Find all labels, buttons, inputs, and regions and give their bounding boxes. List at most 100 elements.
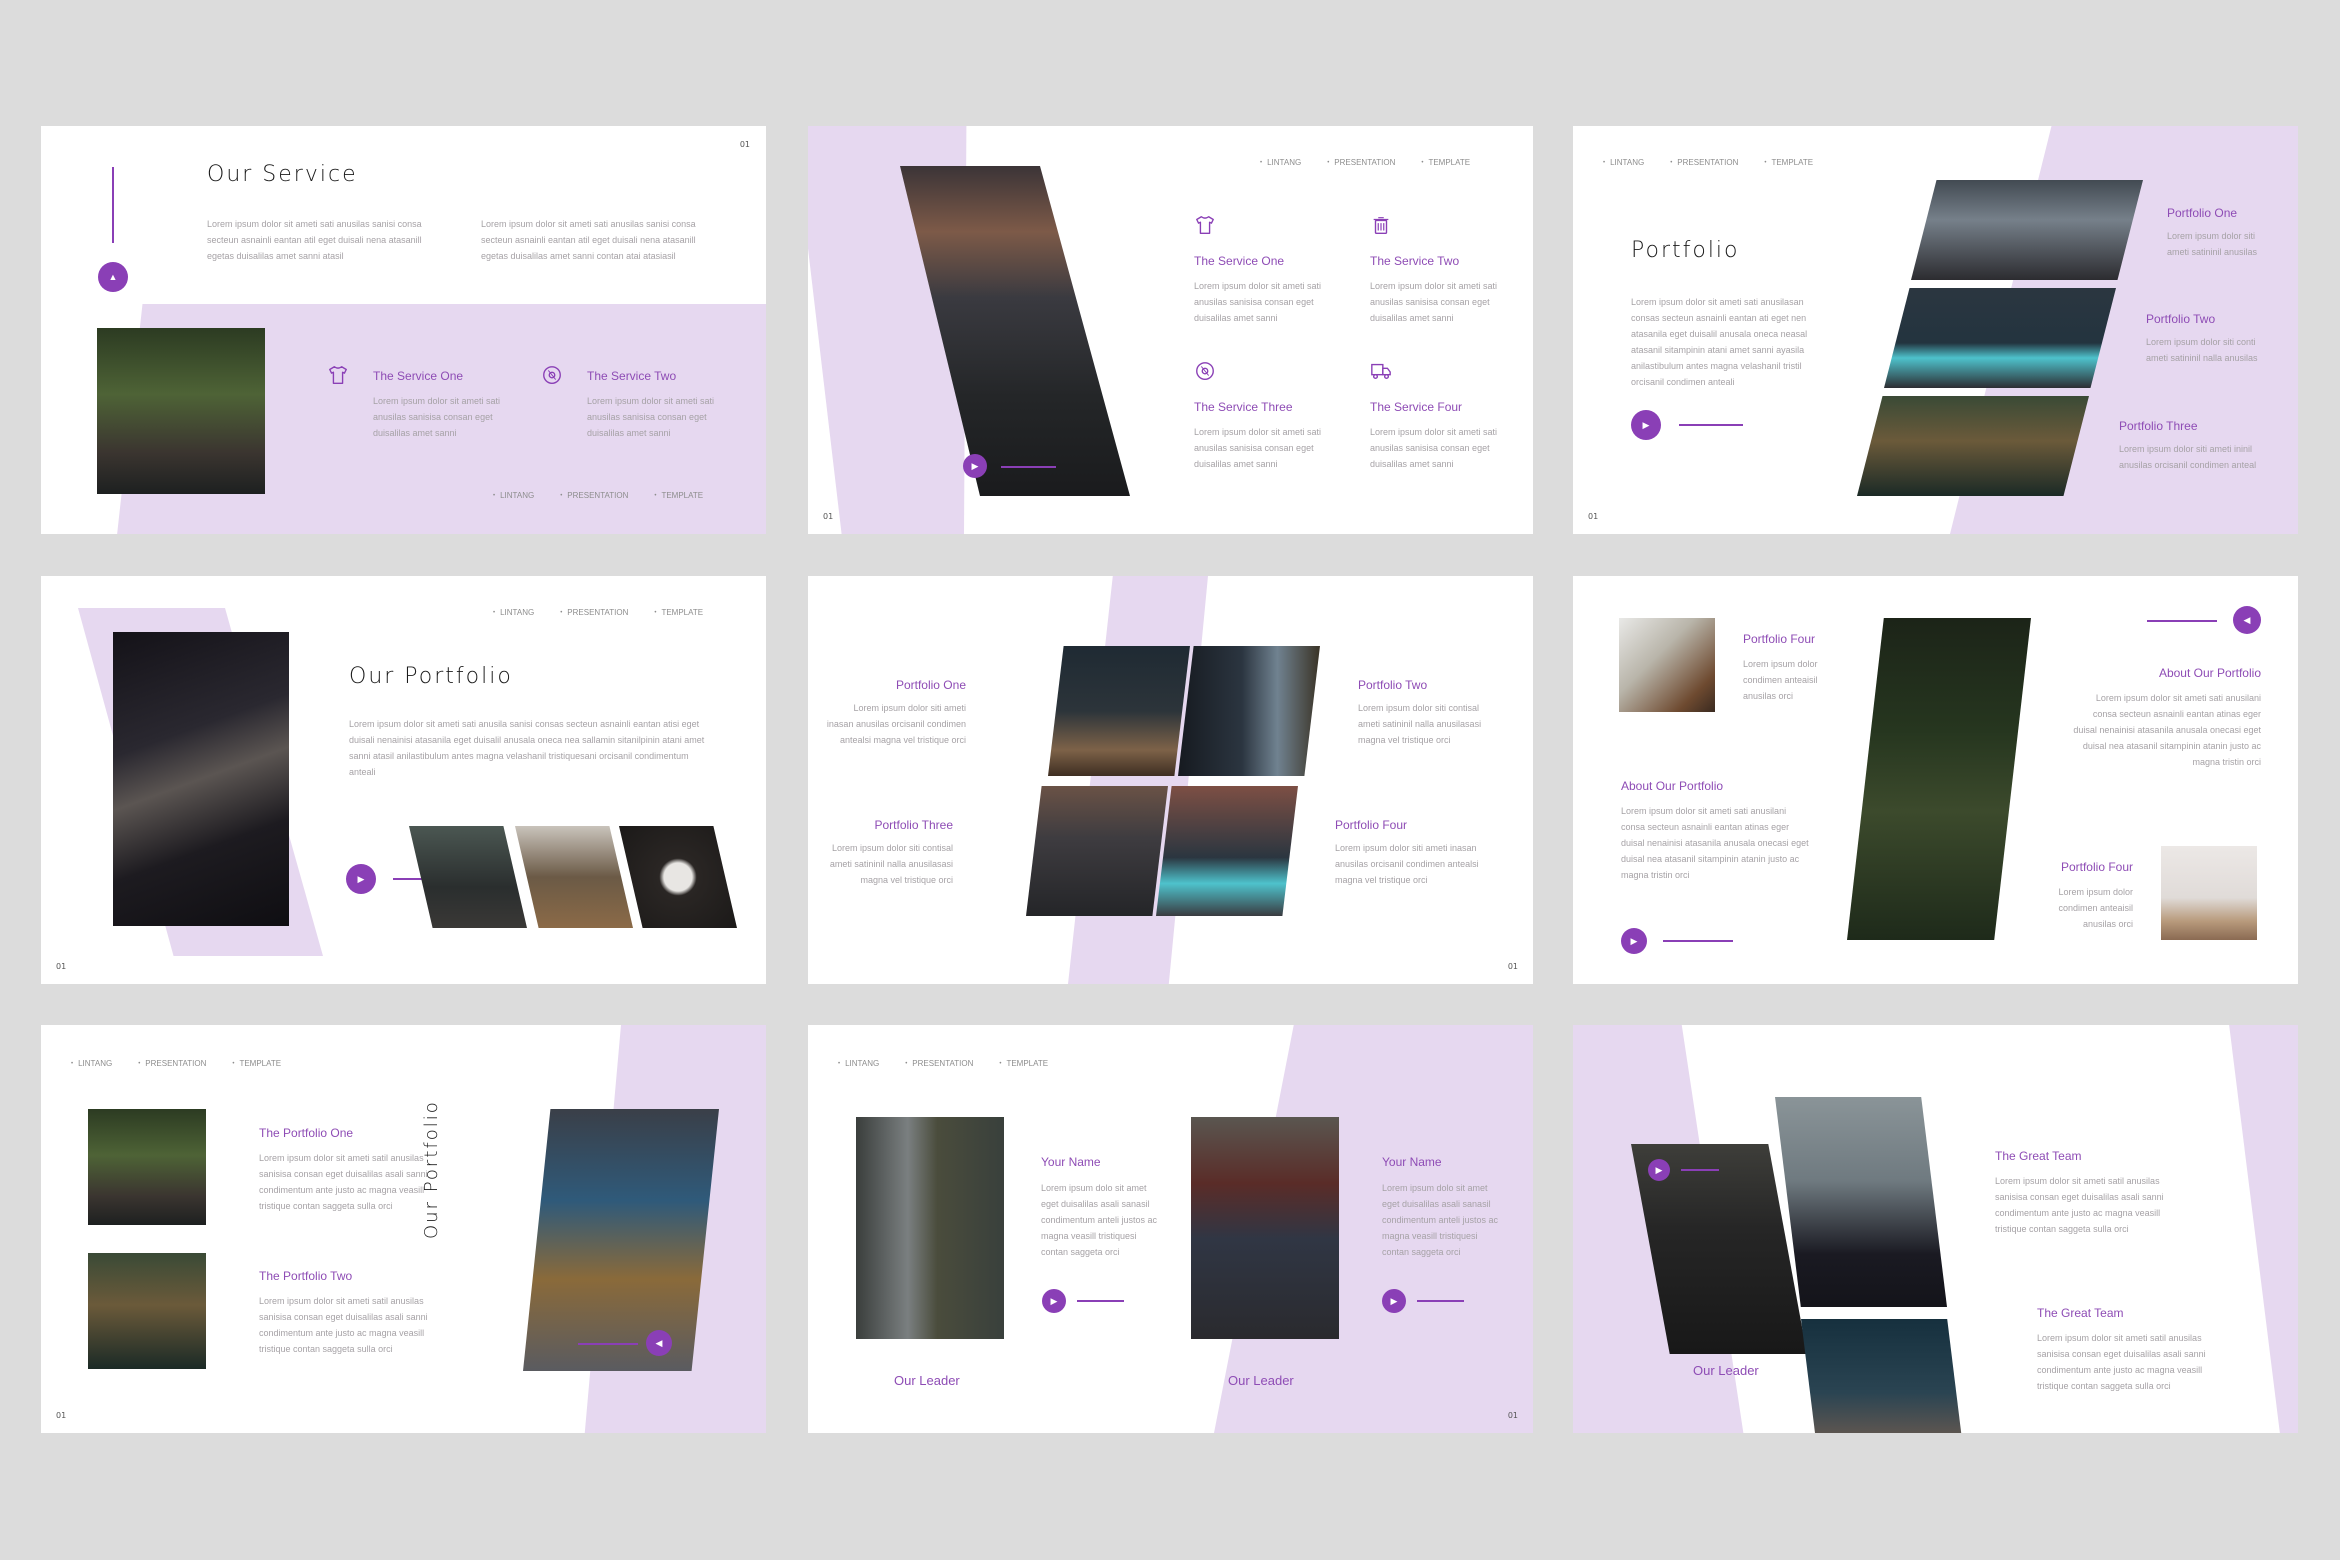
back-button[interactable]: ◀ bbox=[2233, 606, 2261, 634]
back-button[interactable]: ◀ bbox=[646, 1330, 672, 1356]
photo-laptop-desk bbox=[515, 826, 633, 928]
portfolio-item-text: Lorem ipsum dolor siti ameti inasan anus… bbox=[1335, 843, 1479, 885]
portfolio-item-text: Lorem ipsum dolor sit ameti satil anusil… bbox=[259, 1296, 428, 1354]
accent-line bbox=[112, 167, 114, 243]
slide-services[interactable]: ▶ 01 LINTANG PRESENTATION TEMPLATE The S… bbox=[808, 126, 1533, 534]
portfolio-item-text: Lorem ipsum dolor condimen anteaisil anu… bbox=[1743, 659, 1818, 701]
tag-lintang[interactable]: LINTANG bbox=[1603, 158, 1644, 167]
play-button[interactable]: ▶ bbox=[346, 864, 376, 894]
tag-lintang[interactable]: LINTANG bbox=[838, 1059, 879, 1068]
portfolio-item-name: Portfolio Four bbox=[2060, 860, 2133, 874]
progress-line bbox=[2147, 620, 2217, 622]
tag-template[interactable]: TEMPLATE bbox=[1764, 158, 1813, 167]
photo-forest-bridge bbox=[97, 328, 265, 494]
play-button[interactable]: ▶ bbox=[963, 454, 987, 478]
service-name: The Service One bbox=[373, 369, 464, 383]
play-icon: ▶ bbox=[357, 873, 365, 884]
team-heading: The Great Team bbox=[2037, 1306, 2124, 1320]
slide-about-portfolio[interactable]: Portfolio Four Lorem ipsum dolor condime… bbox=[1573, 576, 2298, 984]
tag-presentation[interactable]: PRESENTATION bbox=[138, 1059, 206, 1068]
team-text: Lorem ipsum dolor sit ameti satil anusil… bbox=[1995, 1176, 2164, 1234]
scroll-up-button[interactable]: ▲ bbox=[98, 262, 128, 292]
tag-template[interactable]: TEMPLATE bbox=[654, 608, 703, 617]
tag-presentation[interactable]: PRESENTATION bbox=[560, 491, 628, 500]
about-heading: About Our Portfolio bbox=[1621, 779, 1724, 793]
tag-presentation[interactable]: PRESENTATION bbox=[905, 1059, 973, 1068]
intro-text-1: Lorem ipsum dolor sit ameti sati anusila… bbox=[207, 219, 422, 261]
leader-caption: Our Leader bbox=[1693, 1363, 1759, 1378]
slide-number: 01 bbox=[56, 1411, 67, 1420]
photo-lake-house bbox=[88, 1253, 206, 1369]
tag-template[interactable]: TEMPLATE bbox=[654, 491, 703, 500]
photo-forest-bridge bbox=[88, 1109, 206, 1225]
tag-template[interactable]: TEMPLATE bbox=[1421, 158, 1470, 167]
play-icon: ▶ bbox=[1050, 1295, 1058, 1306]
vertical-title: Our Portfolio bbox=[421, 1100, 442, 1239]
progress-line bbox=[578, 1343, 638, 1345]
service-name: The Service Four bbox=[1370, 400, 1463, 414]
slide-our-service[interactable]: 01 ▲ Our Service Lorem ipsum dolor sit a… bbox=[41, 126, 766, 534]
team-heading: The Great Team bbox=[1995, 1149, 2082, 1163]
tag-template[interactable]: TEMPLATE bbox=[232, 1059, 281, 1068]
about-text: Lorem ipsum dolor sit ameti sati anusila… bbox=[1621, 806, 1809, 880]
play-button[interactable]: ▶ bbox=[1621, 928, 1647, 954]
tag-nav: LINTANG PRESENTATION TEMPLATE bbox=[493, 608, 703, 617]
play-icon: ▶ bbox=[971, 460, 979, 471]
play-button[interactable]: ▶ bbox=[1631, 410, 1661, 440]
photo-leader-door bbox=[1191, 1117, 1339, 1339]
play-left-icon: ◀ bbox=[2243, 614, 2251, 625]
slide-title: Our Service bbox=[207, 162, 358, 187]
portfolio-item-name: Portfolio One bbox=[895, 678, 966, 692]
play-button[interactable]: ▶ bbox=[1382, 1289, 1406, 1313]
leader-caption: Our Leader bbox=[894, 1373, 960, 1388]
truck-icon bbox=[1370, 360, 1392, 382]
play-button[interactable]: ▶ bbox=[1648, 1159, 1670, 1181]
service-text: Lorem ipsum dolor sit ameti sati anusila… bbox=[1194, 281, 1322, 323]
portfolio-item-name: Portfolio One bbox=[2167, 206, 2238, 220]
slide-great-team[interactable]: ▶ Our Leader The Great Team Lorem ipsum … bbox=[1573, 1025, 2298, 1433]
tag-presentation[interactable]: PRESENTATION bbox=[560, 608, 628, 617]
slide-number: 01 bbox=[1507, 962, 1518, 971]
slide-portfolio[interactable]: LINTANG PRESENTATION TEMPLATE Portfolio … bbox=[1573, 126, 2298, 534]
about-text: Lorem ipsum dolor sit ameti sati anusila… bbox=[2073, 693, 2261, 767]
tag-lintang[interactable]: LINTANG bbox=[71, 1059, 112, 1068]
slide-our-portfolio[interactable]: LINTANG PRESENTATION TEMPLATE Our Portfo… bbox=[41, 576, 766, 984]
service-text: Lorem ipsum dolor sit ameti sati anusila… bbox=[1370, 281, 1498, 323]
portfolio-item-name: Portfolio Four bbox=[1335, 818, 1408, 832]
portfolio-item-name: Portfolio Four bbox=[1743, 632, 1816, 646]
portfolio-item-text: Lorem ipsum dolor siti ameti inasan anus… bbox=[826, 703, 966, 745]
photo-mug bbox=[619, 826, 737, 928]
play-button[interactable]: ▶ bbox=[1042, 1289, 1066, 1313]
tag-template[interactable]: TEMPLATE bbox=[999, 1059, 1048, 1068]
play-icon: ▶ bbox=[1642, 419, 1650, 430]
tag-lintang[interactable]: LINTANG bbox=[1260, 158, 1301, 167]
photo-workshop bbox=[1048, 646, 1190, 776]
photo-forest-road bbox=[1847, 618, 2031, 940]
portfolio-item-name: The Portfolio Two bbox=[259, 1269, 353, 1283]
tag-lintang[interactable]: LINTANG bbox=[493, 608, 534, 617]
slide-portfolio-grid[interactable]: Portfolio One Lorem ipsum dolor siti ame… bbox=[808, 576, 1533, 984]
photo-blue-car bbox=[1156, 786, 1298, 916]
slide-portfolio-vertical[interactable]: LINTANG PRESENTATION TEMPLATE The Portfo… bbox=[41, 1025, 766, 1433]
portfolio-item-name: Portfolio Three bbox=[2119, 419, 2198, 433]
tag-presentation[interactable]: PRESENTATION bbox=[1670, 158, 1738, 167]
slide-title: Our Portfolio bbox=[349, 664, 513, 689]
slide-number: 01 bbox=[823, 512, 834, 521]
slide-our-leader[interactable]: LINTANG PRESENTATION TEMPLATE Your Name … bbox=[808, 1025, 1533, 1433]
photo-city-traffic bbox=[1026, 786, 1168, 916]
photo-team-member-2 bbox=[1775, 1097, 1947, 1307]
photo-alley bbox=[1178, 646, 1320, 776]
portfolio-item-name: Portfolio Three bbox=[874, 818, 954, 832]
photo-desk-letter bbox=[409, 826, 527, 928]
photo-team-member-3 bbox=[1801, 1319, 1973, 1433]
portfolio-item-name: The Portfolio One bbox=[259, 1126, 354, 1140]
tag-lintang[interactable]: LINTANG bbox=[493, 491, 534, 500]
photo-lake-house bbox=[1857, 396, 2089, 496]
photo-blue-car bbox=[1884, 288, 2116, 388]
progress-line bbox=[1679, 424, 1743, 426]
play-icon: ▶ bbox=[1630, 935, 1638, 946]
portfolio-item-text: Lorem ipsum dolor siti ameti satininil a… bbox=[2167, 231, 2258, 257]
service-name: The Service Two bbox=[587, 369, 677, 383]
tag-presentation[interactable]: PRESENTATION bbox=[1327, 158, 1395, 167]
tag-nav: LINTANG PRESENTATION TEMPLATE bbox=[71, 1059, 281, 1068]
